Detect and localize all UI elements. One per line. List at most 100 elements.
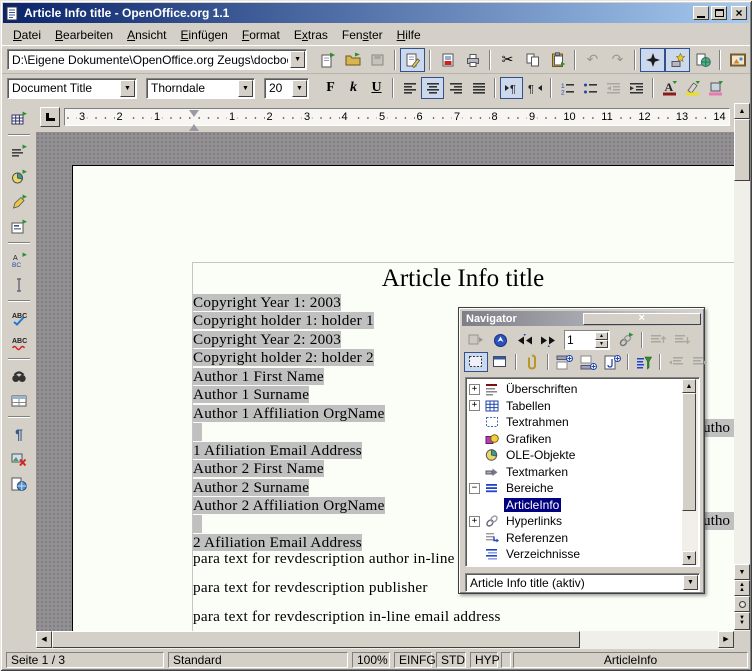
menu-fenster[interactable]: Fenster — [335, 26, 390, 44]
font-name-input[interactable] — [149, 80, 236, 97]
bold-button[interactable]: F — [319, 77, 342, 99]
close-button[interactable]: × — [731, 6, 747, 20]
page-number-input[interactable] — [567, 332, 593, 348]
status-insert-mode[interactable]: EINFG — [394, 652, 432, 668]
hyperlink-dialog-button[interactable] — [690, 48, 715, 72]
tree-item-articleinfo[interactable]: ArticleInfo — [466, 497, 699, 514]
new-document-button[interactable] — [315, 48, 340, 72]
tree-item-label[interactable]: Textmarken — [504, 465, 570, 479]
scroll-down-icon[interactable]: ▼ — [734, 564, 750, 580]
previous-page-button[interactable]: ▲▲ — [734, 580, 750, 596]
tree-item-textmarken[interactable]: Textmarken — [466, 464, 699, 481]
maximize-button[interactable] — [711, 6, 727, 20]
navigator-button[interactable] — [640, 48, 665, 72]
status-selection-mode[interactable]: STD — [436, 652, 466, 668]
promote-chapter-button[interactable] — [646, 330, 670, 350]
paragraph-style-input[interactable] — [10, 80, 118, 97]
open-button[interactable] — [340, 48, 365, 72]
doc-paragraph[interactable]: para text for revdescription in-line ema… — [193, 608, 501, 627]
scroll-up-icon[interactable]: ▲ — [734, 103, 750, 119]
menu-einfuegen[interactable]: Einfügen — [173, 26, 234, 44]
undo-button[interactable]: ↶ — [580, 48, 605, 72]
numbered-list-button[interactable]: 12 — [556, 77, 579, 99]
align-right-button[interactable] — [444, 77, 467, 99]
anchor-button[interactable] — [520, 352, 544, 372]
graphics-on-off-button[interactable] — [5, 446, 33, 471]
menu-datei[interactable]: Datei — [6, 26, 48, 44]
indent-marker[interactable] — [189, 110, 200, 125]
insert-button[interactable] — [5, 106, 33, 131]
tab-type-selector-button[interactable] — [40, 107, 60, 127]
nonprinting-characters-button[interactable]: ¶ — [5, 421, 33, 446]
scroll-left-icon[interactable]: ◀ — [36, 631, 52, 648]
export-pdf-button[interactable] — [435, 48, 460, 72]
paste-button[interactable] — [545, 48, 570, 72]
previous-button[interactable] — [512, 330, 536, 350]
vertical-scrollbar[interactable]: ▲ ▼ ▲▲ ▼▼ — [734, 103, 750, 631]
doc-field-line[interactable]: Copyright holder 1: holder 1 — [193, 312, 374, 331]
insert-fields-button[interactable] — [5, 139, 33, 164]
decrease-indent-button[interactable] — [602, 77, 625, 99]
redo-button[interactable]: ↷ — [605, 48, 630, 72]
navigator-doc-dropdown-icon[interactable]: ▼ — [683, 575, 698, 590]
tree-item-label[interactable]: Textrahmen — [504, 415, 571, 429]
scroll-right-icon[interactable]: ▶ — [718, 631, 734, 648]
document-title-text[interactable]: Article Info title — [193, 265, 733, 293]
online-layout-button[interactable] — [5, 471, 33, 496]
doc-paragraph[interactable]: para text for revdescription author in-l… — [193, 550, 455, 569]
highlighting-button[interactable] — [681, 77, 704, 99]
doc-field-line[interactable]: Author 2 Surname — [193, 479, 309, 498]
left-to-right-button[interactable]: ¶ — [500, 77, 523, 99]
font-name-combobox[interactable]: ▼ — [146, 78, 255, 99]
tree-item-tabellen[interactable]: +Tabellen — [466, 398, 699, 415]
tree-scroll-down-icon[interactable]: ▼ — [682, 551, 696, 565]
menu-bearbeiten[interactable]: Bearbeiten — [48, 26, 120, 44]
next-page-button[interactable]: ▼▼ — [734, 612, 750, 630]
doc-field-line[interactable]: 1 Afiliation Email Address — [193, 442, 362, 461]
tree-item-label[interactable]: Tabellen — [504, 399, 553, 413]
menu-extras[interactable]: Extras — [287, 26, 335, 44]
page-number-spinner[interactable]: ▲ ▼ — [564, 330, 610, 350]
stylist-button[interactable] — [665, 48, 690, 72]
toggle-button[interactable] — [464, 330, 488, 350]
paragraph-background-button[interactable] — [704, 77, 727, 99]
url-combobox[interactable]: ▼ — [7, 49, 307, 70]
drag-mode-button[interactable] — [614, 330, 638, 350]
doc-field-line[interactable]: Author 1 Affiliation OrgName — [193, 405, 385, 424]
anchor-text-button[interactable] — [600, 352, 624, 372]
tree-scrollbar[interactable]: ▲ ▼ — [682, 379, 698, 565]
url-dropdown-arrow-icon[interactable]: ▼ — [290, 51, 305, 68]
italic-button[interactable]: k — [342, 77, 365, 99]
font-color-button[interactable]: A — [658, 77, 681, 99]
status-zoom[interactable]: 100% — [352, 652, 390, 668]
horizontal-scroll-thumb[interactable] — [52, 631, 580, 648]
auto-spellcheck-button[interactable]: ABC — [5, 330, 33, 355]
list-box-on-off-button[interactable] — [632, 352, 656, 372]
navigator-window[interactable]: Navigator × ▲ ▼ — [458, 307, 705, 594]
spinner-up-icon[interactable]: ▲ — [595, 332, 608, 340]
right-to-left-button[interactable]: ¶ — [523, 77, 546, 99]
navigator-document-input[interactable] — [468, 575, 681, 590]
tree-item-grafiken[interactable]: Grafiken — [466, 431, 699, 448]
tree-item-label[interactable]: Verzeichnisse — [504, 547, 582, 561]
header-button[interactable] — [552, 352, 576, 372]
doc-field-line[interactable]: Author 1 First Name — [193, 368, 324, 387]
doc-field-line[interactable]: Copyright holder 2: holder 2 — [193, 349, 374, 368]
minimize-button[interactable] — [693, 6, 709, 20]
form-functions-button[interactable] — [5, 214, 33, 239]
tree-item-verzeichnisse[interactable]: Verzeichnisse — [466, 546, 699, 563]
autotext-button[interactable]: ABC — [5, 247, 33, 272]
find-replace-button[interactable] — [5, 363, 33, 388]
paragraph-style-combobox[interactable]: ▼ — [7, 78, 137, 99]
tree-item-label[interactable]: OLE-Objekte — [504, 448, 577, 462]
tree-item-referenzen[interactable]: Referenzen — [466, 530, 699, 547]
tree-item-label[interactable]: Grafiken — [504, 432, 553, 446]
tree-item--berschriften[interactable]: +Überschriften — [466, 381, 699, 398]
draw-functions-button[interactable] — [5, 189, 33, 214]
save-button[interactable] — [365, 48, 390, 72]
doc-field-line[interactable]: Author 2 First Name — [193, 460, 324, 479]
font-size-input[interactable] — [267, 80, 290, 97]
status-page-style[interactable]: Standard — [168, 652, 348, 668]
edit-file-button[interactable] — [400, 48, 425, 72]
tree-item-label[interactable]: Referenzen — [504, 531, 570, 545]
